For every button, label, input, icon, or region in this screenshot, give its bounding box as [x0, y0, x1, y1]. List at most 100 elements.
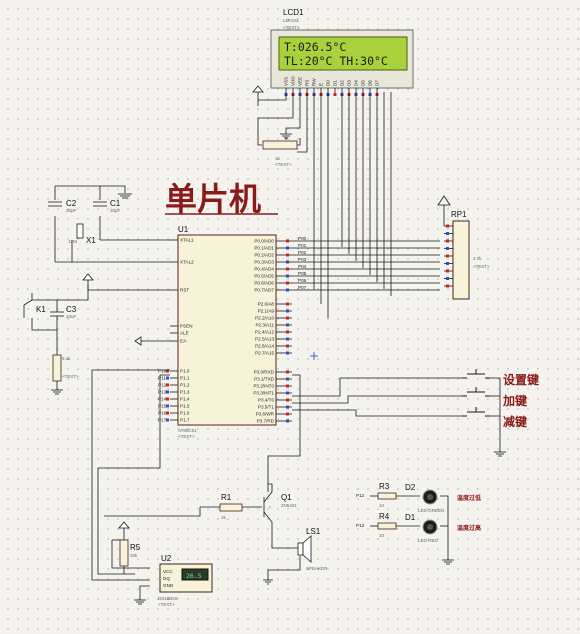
mcu-right-pin-marker: [286, 239, 289, 243]
mcu-right-pin-label: P2.1/A9: [258, 309, 275, 314]
mcu-right-pin-label: P3.6/WR: [256, 412, 275, 417]
button-minus[interactable]: [462, 407, 490, 417]
p1-pin-marker: [166, 404, 169, 408]
mcu-right-pin-marker: [286, 253, 289, 257]
lcd-pin-label: D1: [333, 80, 338, 86]
c3-value: 10uF: [66, 314, 77, 319]
led-green[interactable]: [422, 489, 438, 505]
p1-pin-marker: [166, 418, 169, 422]
mcu-right-pin-marker: [286, 391, 289, 395]
button-set[interactable]: [462, 369, 490, 379]
d1-ref: D1: [405, 513, 416, 522]
reset-wiring: [23, 273, 170, 395]
mcu-right-pin-label: P0.3/AD3: [254, 260, 274, 265]
lcd-line2: TL:20°C TH:30°C: [284, 54, 388, 68]
mcu-right-pin-marker: [286, 377, 289, 381]
lcd-pin-label: RS: [305, 80, 310, 86]
lcd-display[interactable]: LCD1 LM016L <TEXT> T:026.5°C TL:20°C TH:…: [270, 8, 414, 96]
rp1-text-tag: <TEXT>: [473, 264, 490, 269]
mcu-right-pin-marker: [286, 419, 289, 423]
rp1-body: [452, 220, 470, 300]
button-plus[interactable]: [462, 387, 490, 397]
mcu-right-pin-label: P2.6/A14: [255, 344, 274, 349]
d2-ref: D2: [405, 483, 416, 492]
c1-value: 30pF: [110, 208, 121, 213]
mcu-right-pin-label: P0.6/AD6: [254, 281, 274, 286]
mcu-chip[interactable]: U1 AT89C51 <TEXT> XTAL1 XTAL2 RST PSEN ALE EA…: [170, 225, 292, 439]
mcu-right-pin-label: P0.2/AD2: [254, 253, 274, 258]
rp1-pin-marker: [446, 284, 449, 288]
reset-resistor-text-tag: <TEXT>: [62, 374, 79, 379]
p1-pin-marker: [166, 376, 169, 380]
mcu-text-tag: <TEXT>: [178, 434, 195, 439]
u2-reading: 26.5: [186, 572, 202, 580]
d2-value: LED-GREEN: [418, 508, 444, 513]
mcu-right-pin-label: P3.0/RXD: [254, 370, 275, 375]
p0-net-label: P07: [298, 285, 307, 290]
mcu-left-pin-label: P1.7: [180, 418, 190, 423]
rp1-pin-marker: [446, 232, 449, 235]
mcu-right-pin-label: P2.3/A11: [255, 323, 274, 328]
u2-pin-gnd: GND: [163, 583, 174, 588]
resistor-r5[interactable]: [119, 539, 129, 567]
x1-ref: X1: [86, 236, 96, 245]
mcu-left-pin-label: P1.3: [180, 390, 190, 395]
rp1-pin-marker: [446, 262, 449, 265]
resistor-r3[interactable]: [377, 492, 397, 500]
potentiometer[interactable]: [262, 140, 298, 150]
lcd-pin-label: D6: [368, 80, 373, 86]
ea-wiring: [134, 336, 170, 346]
led-red[interactable]: [422, 519, 438, 535]
rp1-ref: RP1: [451, 210, 467, 219]
p1-net-label: P13: [158, 390, 167, 395]
lcd-ref: LCD1: [283, 8, 304, 17]
mcu-right-pin-marker: [286, 384, 289, 388]
mcu-right-pin-label: P2.0/A8: [258, 302, 275, 307]
mcu-right-pin-label: P0.1/AD1: [254, 246, 274, 251]
mcu-right-pin-label: P0.7/AD7: [254, 288, 274, 293]
ds18b20-sensor[interactable]: 26.5 VCC DQ GND: [159, 563, 213, 593]
mcu-right-pin-marker: [286, 267, 289, 271]
mcu-right-pin-marker: [286, 370, 289, 374]
resistor-r4[interactable]: [377, 522, 397, 530]
oscillator-wiring: [48, 185, 170, 263]
c3-ref: C3: [66, 305, 77, 314]
mcu-right-pin-marker: [286, 281, 289, 285]
ls1-value: SPEAKER: [306, 566, 328, 571]
mcu-right-pin-marker: [286, 405, 289, 409]
mcu-right-pin-marker: [286, 323, 289, 327]
r3-ref: R3: [379, 482, 390, 491]
resistor-pack[interactable]: RP1 4.7k <TEXT>: [437, 195, 490, 300]
u2-model: DS18B20: [158, 596, 178, 601]
mcu-right-pin-marker: [286, 337, 289, 341]
mcu-left-pin-label: P1.4: [180, 397, 190, 402]
reset-resistor[interactable]: [52, 354, 62, 382]
cursor-crosshair: [310, 352, 318, 360]
c1-ref: C1: [110, 199, 121, 208]
p12-net-label: P12: [356, 493, 365, 498]
mcu-right-pin-marker: [286, 246, 289, 250]
lcd-model: LM016L: [283, 18, 300, 23]
p1-net-label: P16: [158, 411, 167, 416]
mcu-right-pin-marker: [286, 302, 289, 306]
mcu-left-pin-label: XTAL2: [180, 260, 194, 265]
u2-pin-vcc: VCC: [163, 569, 173, 574]
page-title: 单片机: [165, 180, 261, 218]
mcu-right-pin-label: P0.0/AD0: [254, 239, 274, 244]
mcu-right-pin-label: P3.7/RD: [257, 419, 275, 424]
mcu-right-pin-label: P2.2/A10: [255, 316, 274, 321]
set-button-label: 设置键: [503, 372, 539, 387]
pot-value: 1k: [275, 156, 281, 161]
mcu-right-pin-marker: [286, 330, 289, 334]
mcu-right-pin-label: P0.5/AD5: [254, 274, 274, 279]
mcu-left-pin-label: P1.1: [180, 376, 190, 381]
mcu-right-pin-marker: [286, 274, 289, 278]
lcd-pin-label: VEE: [298, 77, 303, 86]
r1-value: 1k: [221, 515, 227, 520]
mcu-right-pin-label: P3.2/INT0: [253, 384, 274, 389]
crystal[interactable]: [76, 223, 84, 239]
p1-net-label: P15: [158, 404, 167, 409]
p1-net-label: P11: [158, 376, 166, 381]
resistor-r1[interactable]: [219, 503, 243, 512]
p1-net-label: P12: [158, 383, 167, 388]
